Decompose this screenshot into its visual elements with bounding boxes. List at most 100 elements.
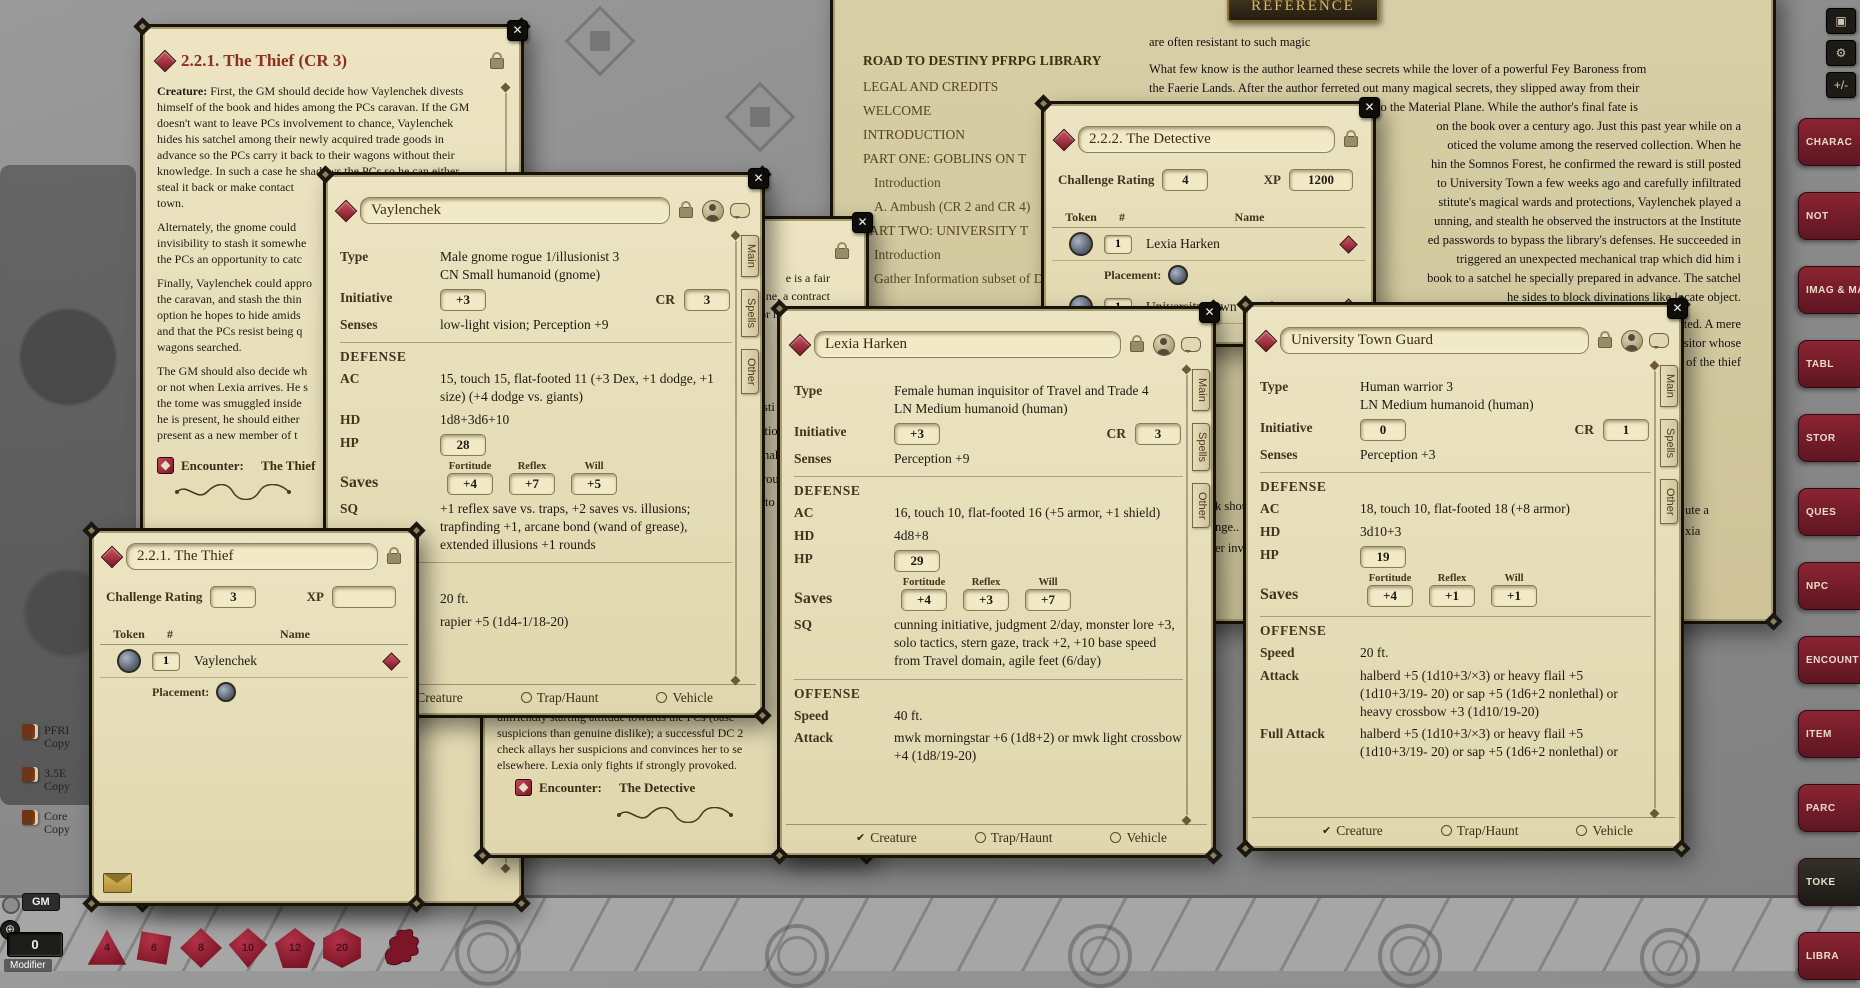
close-icon[interactable]: ✕ <box>1667 298 1688 319</box>
hd-value[interactable]: 3d10+3 <box>1360 523 1651 541</box>
sidebar-tab[interactable]: QUES <box>1798 488 1860 536</box>
radio-trap-haunt[interactable]: Trap/Haunt <box>975 830 1053 846</box>
initiative-value[interactable]: +3 <box>894 423 940 445</box>
hp-value[interactable]: 28 <box>440 434 486 456</box>
close-icon[interactable]: ✕ <box>852 212 873 233</box>
window-titlebar[interactable]: University Town Guard <box>1258 327 1669 354</box>
encounter-link-icon[interactable] <box>157 457 174 474</box>
npc-name-field[interactable]: University Town Guard <box>1280 327 1589 354</box>
npc-name-field[interactable]: Lexia Harken <box>814 331 1121 358</box>
attack-value[interactable]: rapier +5 (1d4-1/18-20) <box>440 613 732 631</box>
encounter-row[interactable]: 1 Lexia Harken <box>1052 228 1365 261</box>
sheet-tab[interactable]: Spells <box>1192 423 1210 471</box>
encounter-link[interactable]: Encounter: The Detective <box>515 779 695 796</box>
encounter-title-field[interactable]: 2.2.1. The Thief <box>126 543 378 570</box>
senses-value[interactable]: Perception +3 <box>1360 446 1651 464</box>
will-save[interactable]: +5 <box>571 473 617 495</box>
hp-value[interactable]: 29 <box>894 550 940 572</box>
window-titlebar[interactable]: Vaylenchek <box>338 197 750 224</box>
token-count[interactable]: 1 <box>152 652 180 671</box>
reflex-save[interactable]: +3 <box>963 589 1009 611</box>
token-portrait[interactable] <box>1069 232 1093 256</box>
hp-value[interactable]: 19 <box>1360 546 1406 568</box>
speed-value[interactable]: 20 ft. <box>440 590 732 608</box>
scrollbar[interactable] <box>1186 375 1188 815</box>
radio-vehicle[interactable]: Vehicle <box>1576 823 1632 839</box>
chat-bubble-icon[interactable] <box>1649 333 1669 348</box>
fortitude-save[interactable]: +4 <box>1367 585 1413 607</box>
sidebar-tab[interactable]: PARC <box>1798 784 1860 832</box>
close-icon[interactable]: ✕ <box>748 168 769 189</box>
close-icon[interactable]: ✕ <box>1359 97 1380 118</box>
sidebar-button[interactable]: ⚙ <box>1826 40 1856 66</box>
initiative-value[interactable]: +3 <box>440 289 486 311</box>
close-icon[interactable]: ✕ <box>1199 302 1220 323</box>
window-titlebar[interactable]: 2.2.1. The Thief <box>104 543 404 570</box>
challenge-rating-value[interactable]: 3 <box>210 586 256 608</box>
fortitude-save[interactable]: +4 <box>447 473 493 495</box>
die[interactable]: 8 <box>180 928 222 968</box>
attack-value[interactable]: mwk morningstar +6 (1d8+2) or mwk light … <box>894 729 1183 765</box>
lock-icon[interactable] <box>1130 341 1144 352</box>
close-icon[interactable]: ✕ <box>507 20 528 41</box>
type-value[interactable]: Male gnome rogue 1/illusionist 3CN Small… <box>440 248 732 284</box>
sidebar-tab[interactable]: CHARAC <box>1798 118 1860 166</box>
initiative-value[interactable]: 0 <box>1360 419 1406 441</box>
token-portrait[interactable] <box>117 649 141 673</box>
radio-creature[interactable]: ✔Creature <box>1322 823 1383 839</box>
lock-icon[interactable] <box>1598 337 1612 348</box>
window-titlebar[interactable]: Lexia Harken <box>792 331 1201 358</box>
chat-bubble-icon[interactable] <box>1181 337 1201 352</box>
parcel-icon[interactable] <box>103 873 132 893</box>
encounter-link-icon[interactable] <box>515 779 532 796</box>
sidebar-button[interactable]: +/- <box>1826 72 1856 98</box>
speed-value[interactable]: 20 ft. <box>1360 644 1651 662</box>
token-count[interactable]: 1 <box>1104 235 1132 254</box>
lock-icon[interactable] <box>679 207 693 218</box>
encounter-title-field[interactable]: 2.2.2. The Detective <box>1078 126 1335 153</box>
full-attack-value[interactable]: halberd +5 (1d10+3/×3) or heavy flail +5… <box>1360 725 1651 761</box>
fortitude-save[interactable]: +4 <box>901 589 947 611</box>
scrollbar[interactable] <box>735 241 737 675</box>
radio-trap-haunt[interactable]: Trap/Haunt <box>521 690 599 706</box>
sidebar-button[interactable]: ▣ <box>1826 8 1856 34</box>
xp-value[interactable] <box>332 586 396 608</box>
sidebar-tab[interactable]: ENCOUNT <box>1798 636 1860 684</box>
npc-name-field[interactable]: Vaylenchek <box>360 197 670 224</box>
sidebar-tab[interactable]: STOR <box>1798 414 1860 462</box>
sq-value[interactable]: +1 reflex save vs. traps, +2 saves vs. i… <box>440 500 732 553</box>
radio-creature[interactable]: ✔Creature <box>856 830 917 846</box>
radio-trap-haunt[interactable]: Trap/Haunt <box>1441 823 1519 839</box>
sidebar-tab[interactable]: NOT <box>1798 192 1860 240</box>
npc-link[interactable]: Vaylenchek <box>190 653 385 669</box>
will-save[interactable]: +7 <box>1025 589 1071 611</box>
xp-value[interactable]: 1200 <box>1289 169 1353 191</box>
sheet-tab[interactable]: Other <box>1660 479 1678 525</box>
die[interactable]: 12 <box>274 928 316 968</box>
ac-value[interactable]: 16, touch 10, flat-footed 16 (+5 armor, … <box>894 504 1183 522</box>
sidebar-tab[interactable]: NPC <box>1798 562 1860 610</box>
cr-value[interactable]: 1 <box>1603 419 1649 441</box>
sidebar-tab[interactable]: TABL <box>1798 340 1860 388</box>
sidebar-tab[interactable]: ITEM <box>1798 710 1860 758</box>
lock-icon[interactable] <box>490 58 504 69</box>
placement-token[interactable] <box>1168 265 1188 285</box>
lock-icon[interactable] <box>387 553 401 564</box>
sheet-tab[interactable]: Spells <box>741 289 759 337</box>
lock-icon[interactable] <box>835 248 849 259</box>
sheet-tab[interactable]: Main <box>1192 369 1210 411</box>
library-nav-item[interactable]: ROAD TO DESTINY PFRPG LIBRARY <box>863 53 1135 69</box>
window-titlebar[interactable]: 2.2.1. The Thief (CR 3) <box>157 51 507 71</box>
type-value[interactable]: Female human inquisitor of Travel and Tr… <box>894 382 1183 418</box>
lock-icon[interactable] <box>1344 136 1358 147</box>
ac-value[interactable]: 18, touch 10, flat-footed 18 (+8 armor) <box>1360 500 1651 518</box>
window-titlebar[interactable]: 2.2.2. The Detective <box>1056 126 1361 153</box>
chat-handle-icon[interactable] <box>2 896 20 914</box>
will-save[interactable]: +1 <box>1491 585 1537 607</box>
senses-value[interactable]: low-light vision; Perception +9 <box>440 316 732 334</box>
sidebar-tab[interactable]: LIBRA <box>1798 932 1860 980</box>
sheet-tab[interactable]: Spells <box>1660 419 1678 467</box>
hd-value[interactable]: 4d8+8 <box>894 527 1183 545</box>
chat-bubble-icon[interactable] <box>730 203 750 218</box>
portrait-icon[interactable] <box>702 200 724 222</box>
